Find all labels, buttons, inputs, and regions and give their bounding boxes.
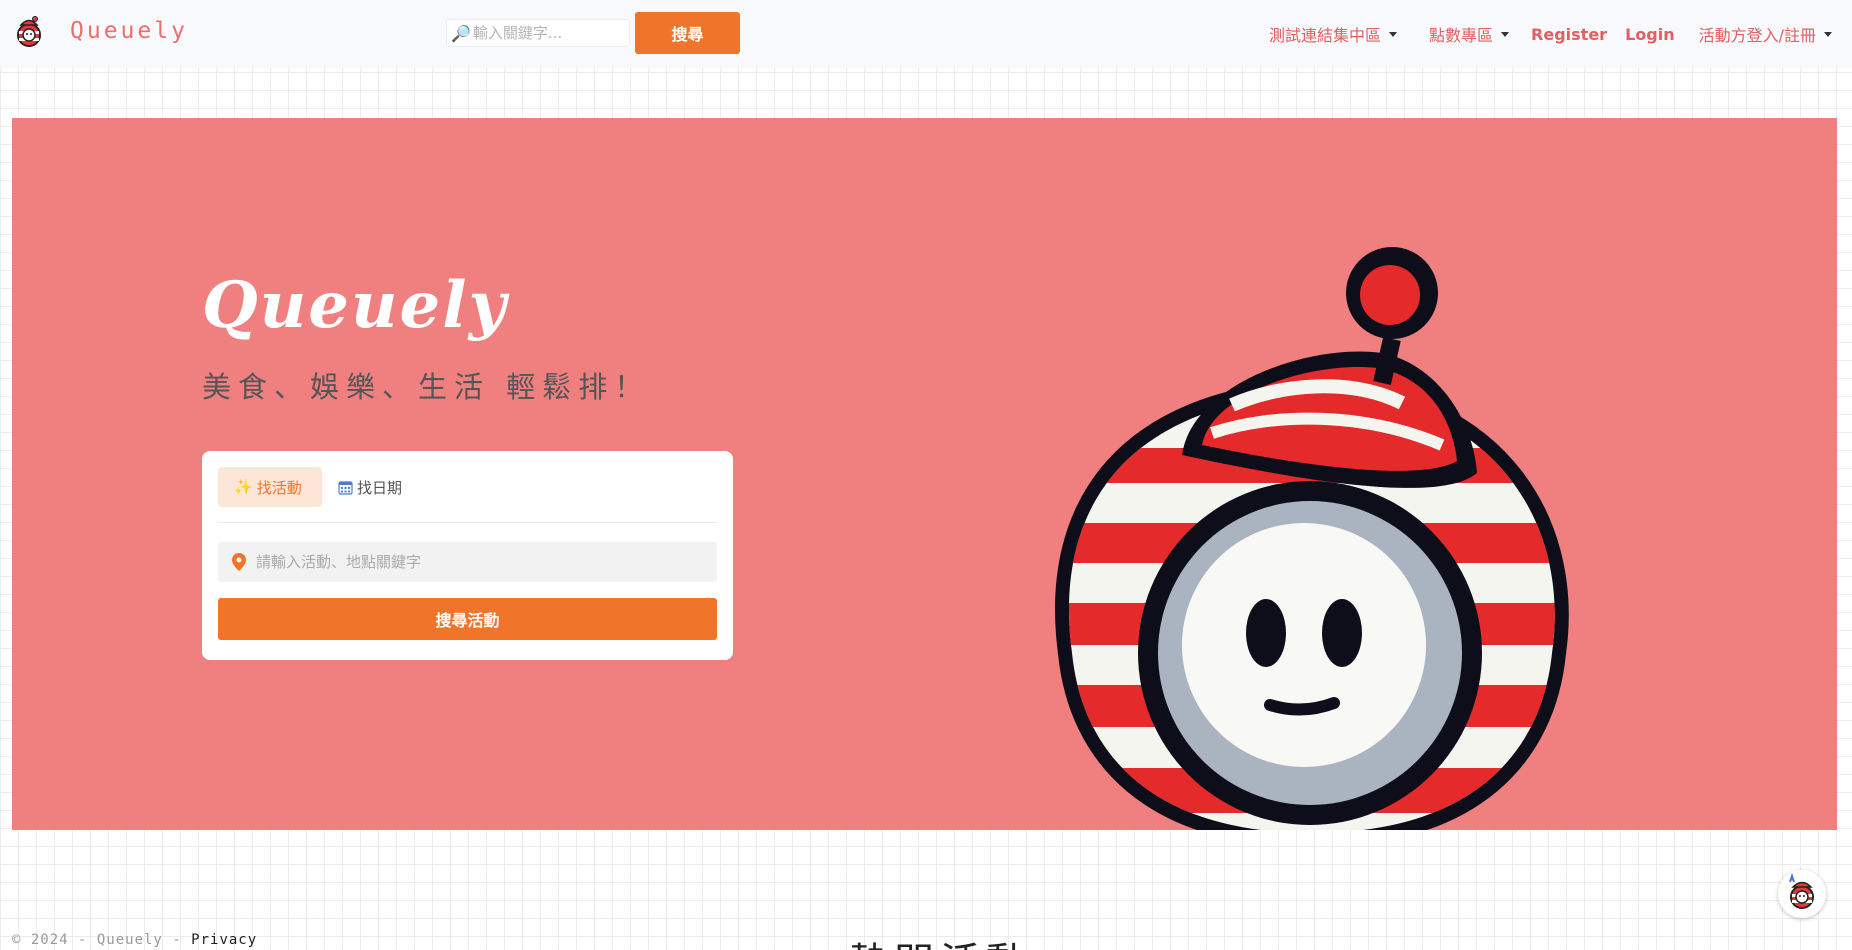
hero-title: Queuely bbox=[202, 268, 508, 343]
chevron-down-icon bbox=[1824, 31, 1832, 37]
section-heading: 熱門活動 bbox=[848, 930, 1032, 950]
tab-find-date[interactable]: 找日期 bbox=[322, 467, 418, 507]
footer: © 2024 - Queuely - Privacy bbox=[12, 932, 257, 948]
chevron-down-icon bbox=[1389, 31, 1398, 37]
tab-find-event-label: 找活動 bbox=[256, 478, 302, 497]
nav-test-links-dropdown[interactable]: 測試連結集中區 bbox=[1269, 22, 1398, 46]
footer-copyright: © 2024 - Queuely - bbox=[12, 932, 192, 948]
nav-organizer-dropdown[interactable]: 活動方登入/註冊 bbox=[1699, 22, 1832, 46]
back-to-top-button[interactable] bbox=[1778, 870, 1826, 918]
mascot-illustration bbox=[1055, 247, 1569, 830]
hero-subtitle: 美食、娛樂、生活 輕鬆排！ bbox=[202, 370, 651, 404]
chevron-down-icon bbox=[1501, 31, 1510, 37]
search-icon: 🔎 bbox=[451, 23, 471, 43]
calendar-icon bbox=[338, 480, 353, 495]
header-search-button[interactable]: 搜尋 bbox=[635, 12, 740, 54]
location-search-field bbox=[218, 542, 717, 582]
nav-points-dropdown[interactable]: 點數專區 bbox=[1429, 22, 1510, 46]
hero-banner: Queuely 美食、娛樂、生活 輕鬆排！ ✨ 找活動 找日期 請輸入活動、地點… bbox=[12, 118, 1837, 830]
nav-login-link[interactable]: Login bbox=[1625, 25, 1675, 44]
event-search-card: ✨ 找活動 找日期 搜尋活動 bbox=[202, 451, 733, 660]
location-pin-icon bbox=[232, 553, 246, 571]
brand-name: Queuely bbox=[70, 18, 188, 44]
nav-test-links-label: 測試連結集中區 bbox=[1269, 26, 1382, 45]
search-tabs: ✨ 找活動 找日期 bbox=[218, 467, 717, 523]
nav-register-link[interactable]: Register bbox=[1531, 25, 1607, 44]
privacy-link[interactable]: Privacy bbox=[191, 932, 257, 948]
mascot-icon bbox=[1789, 872, 1814, 909]
header-search-input[interactable] bbox=[472, 24, 623, 42]
nav-points-label: 點數專區 bbox=[1429, 26, 1494, 45]
search-events-button[interactable]: 搜尋活動 bbox=[218, 598, 717, 640]
mascot-logo-icon bbox=[17, 16, 41, 47]
nav-organizer-label: 活動方登入/註冊 bbox=[1698, 26, 1816, 45]
brand[interactable]: Queuely bbox=[14, 14, 188, 48]
tab-find-event[interactable]: ✨ 找活動 bbox=[218, 467, 322, 507]
sparkles-icon: ✨ bbox=[234, 478, 253, 496]
location-search-input[interactable] bbox=[256, 553, 696, 571]
tab-find-date-label: 找日期 bbox=[357, 478, 403, 497]
top-navbar: Queuely 🔎 搜尋 測試連結集中區 點數專區 Register Login… bbox=[0, 0, 1852, 68]
nav-links: 測試連結集中區 點數專區 Register Login 活動方登入/註冊 bbox=[1247, 0, 1832, 68]
header-search: 🔎 bbox=[446, 19, 630, 47]
